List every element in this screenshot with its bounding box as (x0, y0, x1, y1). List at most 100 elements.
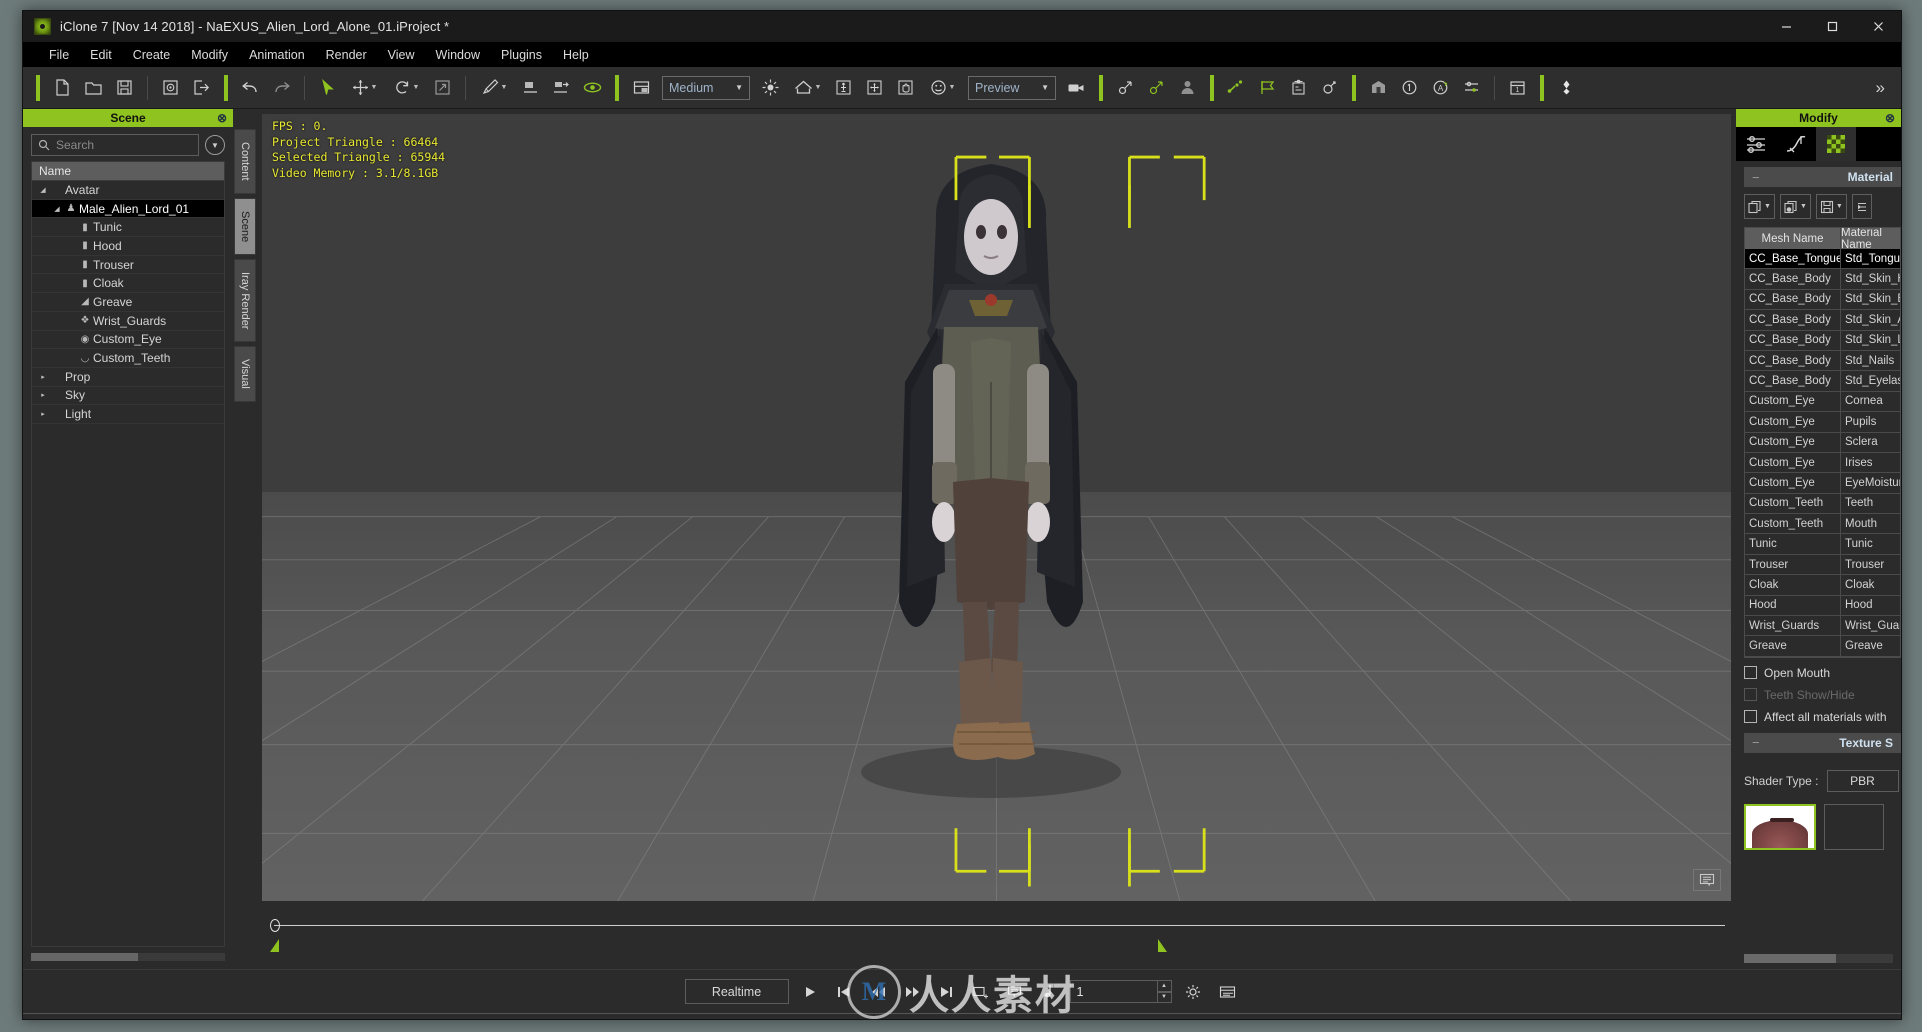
scene-tree-item-sky[interactable]: ▸ Sky (32, 387, 224, 406)
material-table-row[interactable]: CC_Base_BodyStd_Eyelash (1745, 371, 1900, 392)
close-icon[interactable]: ⊗ (1885, 112, 1895, 124)
menu-file[interactable]: File (39, 46, 79, 64)
expander-icon[interactable]: ▸ (37, 391, 49, 399)
motion-path-add-icon[interactable] (1141, 72, 1172, 103)
timeline-range-end-marker[interactable] (1158, 939, 1167, 952)
expander-icon[interactable]: ▸ (37, 373, 49, 381)
gear-icon[interactable] (1181, 979, 1206, 1004)
calendar-icon[interactable]: 1 (1502, 72, 1533, 103)
expander-icon[interactable]: ◢ (37, 186, 49, 194)
camera-icon[interactable] (1061, 72, 1092, 103)
select-tool-icon[interactable] (312, 72, 343, 103)
prev-keyframe-button[interactable] (832, 979, 857, 1004)
home-icon[interactable]: ▼ (786, 72, 828, 103)
fast-forward-button[interactable] (900, 979, 925, 1004)
save-icon[interactable]: ▼ (1815, 194, 1847, 219)
vertical-tab-visual[interactable]: Visual (234, 346, 256, 402)
vertical-tab-scene[interactable]: Scene (234, 197, 256, 255)
rotate-tool-icon[interactable]: ▼ (385, 72, 427, 103)
frame-increment-button[interactable]: ▲ (1156, 980, 1172, 992)
scene-tree-horizontal-scrollbar[interactable] (31, 953, 225, 961)
menu-plugins[interactable]: Plugins (491, 46, 552, 64)
material-table-row[interactable]: Custom_Eye Sclera (1745, 432, 1900, 453)
redo-icon[interactable] (266, 72, 297, 103)
play-button[interactable] (798, 979, 823, 1004)
menu-create[interactable]: Create (123, 46, 181, 64)
settings-sliders-icon[interactable] (1456, 72, 1487, 103)
material-table-row[interactable]: CC_Base_Tongue Std_Tongue (1745, 249, 1900, 270)
paste-icon[interactable]: ▼ (1779, 194, 1811, 219)
material-table-row[interactable]: Trouser Trouser (1745, 554, 1900, 576)
hand-pose-icon[interactable] (890, 72, 921, 103)
material-table[interactable]: Mesh Name Material Name CC_Base_Tongue St… (1744, 227, 1901, 658)
open-mouth-checkbox[interactable] (1744, 666, 1757, 680)
stage-icon[interactable] (1363, 72, 1394, 103)
material-table-row[interactable]: Custom_Eye Irises (1745, 452, 1900, 474)
spring-icon[interactable] (1314, 72, 1345, 103)
scene-tree-item-custom_eye[interactable]: ◉ Custom_Eye (32, 331, 224, 350)
curve-icon[interactable] (1776, 127, 1816, 161)
scene-tree-item-cloak[interactable]: ▮ Cloak (32, 274, 224, 294)
light-icon[interactable] (755, 72, 786, 103)
material-table-row[interactable]: CC_Base_BodyStd_Skin_Head (1745, 269, 1900, 290)
material-table-row[interactable]: Custom_Teeth Mouth (1745, 514, 1900, 535)
viewport-layout-icon[interactable] (626, 72, 657, 103)
auto-circle-icon[interactable]: A (1425, 72, 1456, 103)
scene-tree-item-avatar[interactable]: ◢ Avatar (32, 181, 224, 200)
modify-panel-horizontal-scrollbar[interactable] (1744, 954, 1893, 963)
open-project-icon[interactable] (78, 72, 109, 103)
menu-modify[interactable]: Modify (181, 46, 238, 64)
material-table-row[interactable]: Custom_Teeth Teeth (1745, 493, 1900, 515)
diffuse-texture-thumbnail[interactable] (1744, 803, 1816, 850)
move-tool-icon[interactable]: ▼ (343, 72, 385, 103)
menu-view[interactable]: View (378, 46, 425, 64)
new-project-icon[interactable] (47, 72, 78, 103)
collapse-icon[interactable]: − (1752, 170, 1760, 185)
scene-tree-item-prop[interactable]: ▸ Prop (32, 368, 224, 387)
align-export-icon[interactable] (546, 72, 577, 103)
person-height-icon[interactable] (828, 72, 859, 103)
open-mouth-checkbox-row[interactable]: Open Mouth (1744, 666, 1901, 680)
timeline-track[interactable] (274, 925, 1725, 926)
frame-input[interactable]: 1 (1069, 980, 1158, 1003)
menu-render[interactable]: Render (316, 46, 377, 64)
preview-eye-icon[interactable] (577, 72, 608, 103)
material-table-row[interactable]: Custom_Eye Pupils (1745, 412, 1900, 433)
vertical-tab-content[interactable]: Content (234, 129, 256, 194)
material-table-row[interactable]: CC_Base_BodyStd_Skin_Arm (1745, 310, 1900, 331)
motion-path-icon[interactable] (1110, 72, 1141, 103)
rewind-button[interactable] (866, 979, 891, 1004)
material-section-header[interactable]: − Material (1744, 167, 1901, 187)
scene-tree-item-male_alien_lord_01[interactable]: ◢ ♟ Male_Alien_Lord_01 (32, 199, 224, 219)
import-icon[interactable] (155, 72, 186, 103)
comment-button[interactable] (1002, 979, 1027, 1004)
material-table-row[interactable]: CC_Base_Body Std_Nails (1745, 350, 1900, 372)
menu-help[interactable]: Help (553, 46, 599, 64)
toolbar-overflow-button[interactable]: » (1876, 78, 1895, 98)
expander-icon[interactable]: ◢ (51, 205, 63, 213)
material-table-row[interactable]: Wrist_GuardsWrist_Guards (1745, 616, 1900, 637)
search-input[interactable]: Search (31, 134, 199, 156)
export-icon[interactable] (186, 72, 217, 103)
scene-tree-item-tunic[interactable]: ▮ Tunic (32, 218, 224, 238)
close-button[interactable] (1855, 11, 1901, 42)
copy-icon[interactable]: ▼ (1744, 194, 1775, 219)
scene-tree-item-greave[interactable]: ◢ Greave (32, 293, 224, 312)
material-table-row[interactable]: Custom_EyeEyeMoisture (1745, 473, 1900, 494)
align-bottom-icon[interactable] (515, 72, 546, 103)
next-keyframe-button[interactable] (934, 979, 959, 1004)
material-table-row[interactable]: CC_Base_BodyStd_Skin_Leg (1745, 330, 1900, 351)
menu-window[interactable]: Window (426, 46, 490, 64)
avatar-icon[interactable] (1172, 72, 1203, 103)
material-table-row[interactable]: Tunic Tunic (1745, 534, 1900, 555)
add-keyframe-button[interactable] (968, 979, 993, 1004)
menu-edit[interactable]: Edit (80, 46, 122, 64)
scene-tree-item-custom_teeth[interactable]: ◡ Custom_Teeth (32, 349, 224, 368)
scene-tree-item-hood[interactable]: ▮ Hood (32, 237, 224, 256)
shader-type-value[interactable]: PBR (1826, 769, 1899, 792)
texture-section-header[interactable]: − Texture S (1744, 732, 1901, 753)
note-icon[interactable] (1036, 979, 1061, 1004)
diamond-icon[interactable] (1551, 72, 1582, 103)
frame-stepper[interactable]: ▲ ▼ (1156, 980, 1172, 1003)
quality-combo[interactable]: Medium ▼ (662, 75, 750, 100)
